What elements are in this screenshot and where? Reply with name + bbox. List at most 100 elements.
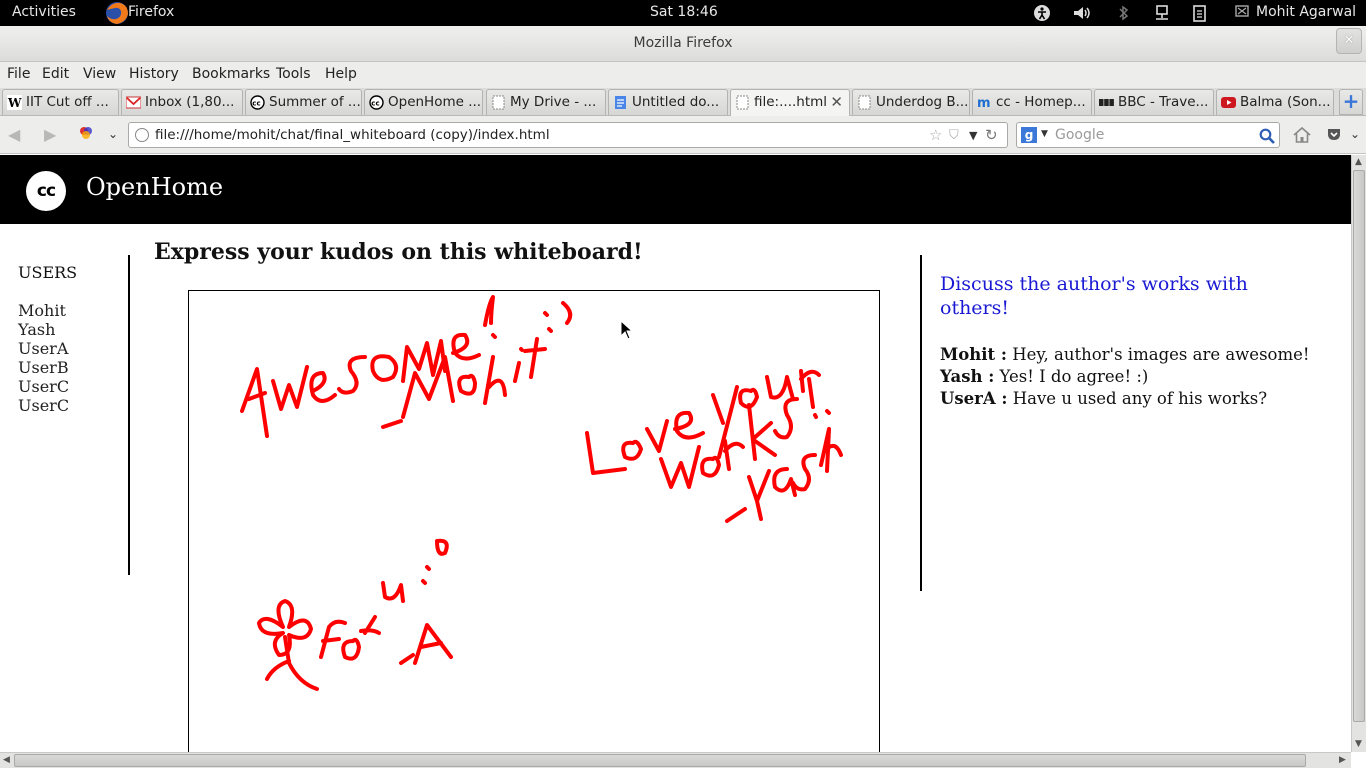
discuss-heading-link[interactable]: Discuss the author's works with others! xyxy=(940,272,1300,320)
user-menu[interactable]: Mohit Agarwal xyxy=(1256,4,1356,20)
horizontal-scroll-thumb[interactable] xyxy=(14,754,1306,767)
tab-openhome[interactable]: cc OpenHome ... xyxy=(364,89,483,115)
svg-text:cc: cc xyxy=(371,99,379,107)
vertical-scroll-thumb[interactable] xyxy=(1353,170,1365,722)
ink-stroke xyxy=(659,445,701,489)
tab-iit-cutoff[interactable]: W IIT Cut off ... xyxy=(2,89,119,115)
users-divider xyxy=(128,255,130,575)
menu-help[interactable]: Help xyxy=(325,66,357,82)
bluetooth-icon[interactable] xyxy=(1114,4,1134,22)
scroll-right-icon[interactable]: ▶ xyxy=(1339,755,1346,765)
user-item[interactable]: Yash xyxy=(18,320,69,339)
menu-edit[interactable]: Edit xyxy=(42,66,69,82)
chat-divider xyxy=(920,255,922,591)
ink-stroke xyxy=(309,371,337,403)
chat-message: Yash : Yes! I do agree! :) xyxy=(940,366,1320,388)
activities-button[interactable]: Activities xyxy=(12,4,76,20)
google-search-engine-icon[interactable]: g xyxy=(1021,127,1037,143)
menu-history[interactable]: History xyxy=(129,66,179,82)
vertical-scrollbar[interactable]: ▲ ▼ xyxy=(1351,155,1366,752)
menu-view[interactable]: View xyxy=(83,66,116,82)
ink-stroke xyxy=(791,453,817,492)
forward-icon[interactable]: ▶ xyxy=(44,125,56,144)
addon-icon[interactable] xyxy=(78,125,94,141)
tab-cc-homepage[interactable]: m cc - Homep... xyxy=(972,89,1092,115)
tab-bbc-travel[interactable]: BBC - Trave... xyxy=(1094,89,1214,115)
mouse-cursor-icon xyxy=(620,320,634,340)
bbc-icon xyxy=(1099,99,1114,106)
url-dropdown-icon[interactable]: ▼ xyxy=(969,129,977,142)
tab-file-html-active[interactable]: file:....html ✕ xyxy=(730,89,850,116)
volume-icon[interactable] xyxy=(1072,4,1092,22)
tab-my-drive[interactable]: My Drive - ... xyxy=(486,89,606,115)
tab-balma[interactable]: Balma (Son... xyxy=(1216,89,1334,115)
ink-stroke xyxy=(807,377,818,419)
menu-tools[interactable]: Tools xyxy=(276,66,311,82)
dropdown-chevron-icon[interactable]: ⌄ xyxy=(108,127,118,141)
chat-message: UserA : Have u used any of his works? xyxy=(940,388,1320,410)
url-bar[interactable]: file:///home/mohit/chat/final_whiteboard… xyxy=(128,122,1008,148)
new-tab-button[interactable]: + xyxy=(1339,89,1363,115)
system-top-bar: Activities Firefox Sat 18:46 Mohit Agarw… xyxy=(0,0,1366,26)
site-header: cc OpenHome xyxy=(0,155,1351,224)
ink-stroke xyxy=(370,354,399,382)
tab-untitled-doc[interactable]: Untitled do... xyxy=(608,89,728,115)
tab-summer-of[interactable]: cc Summer of ... xyxy=(245,89,362,115)
menu-bar: File Edit View History Bookmarks Tools H… xyxy=(0,62,1366,88)
user-item[interactable]: UserB xyxy=(18,358,69,377)
bookmark-star-icon[interactable]: ☆ xyxy=(929,126,942,144)
ink-stroke xyxy=(457,373,477,396)
ink-stroke xyxy=(271,365,309,411)
toolbar-menu-chevron-icon[interactable]: ⌄ xyxy=(1350,127,1360,141)
search-engine-dropdown-icon[interactable]: ▼ xyxy=(1041,129,1048,139)
menu-file[interactable]: File xyxy=(7,66,30,82)
menu-bookmarks[interactable]: Bookmarks xyxy=(192,66,270,82)
app-menu-firefox[interactable]: Firefox xyxy=(128,4,174,20)
search-icon[interactable] xyxy=(1259,128,1275,144)
user-item[interactable]: UserC xyxy=(18,377,69,396)
back-icon[interactable]: ◀ xyxy=(8,125,20,144)
ink-stroke xyxy=(723,439,745,471)
chat-text: Yes! I do agree! :) xyxy=(994,367,1149,386)
cc-icon: cc xyxy=(369,95,384,110)
scroll-up-icon[interactable]: ▲ xyxy=(1355,157,1362,167)
scroll-left-icon[interactable]: ◀ xyxy=(3,755,10,765)
ink-stroke xyxy=(341,637,361,661)
site-identity-icon[interactable] xyxy=(135,128,149,142)
url-text[interactable]: file:///home/mohit/chat/final_whiteboard… xyxy=(155,127,550,143)
ink-stroke xyxy=(240,367,269,438)
clock[interactable]: Sat 18:46 xyxy=(650,4,718,20)
search-input[interactable]: Google xyxy=(1055,127,1104,143)
chat-text: Hey, author's images are awesome! xyxy=(1007,345,1310,364)
ink-stroke xyxy=(700,455,721,478)
ink-stroke xyxy=(399,653,415,665)
window-close-button[interactable]: ✕ xyxy=(1336,28,1362,54)
ink-stroke xyxy=(401,355,455,419)
user-item[interactable]: UserC xyxy=(18,396,69,415)
ink-stroke xyxy=(585,431,627,475)
scroll-down-icon[interactable]: ▼ xyxy=(1355,739,1362,749)
ink-stroke xyxy=(819,427,843,473)
network-icon[interactable] xyxy=(1152,4,1172,22)
chat-username: Yash : xyxy=(940,367,995,386)
search-bar[interactable]: g ▼ Google xyxy=(1016,122,1280,148)
close-tab-icon[interactable]: ✕ xyxy=(830,93,843,111)
accessibility-icon[interactable] xyxy=(1033,4,1053,22)
reload-icon[interactable]: ↻ xyxy=(985,126,998,144)
horizontal-scrollbar[interactable]: ◀ ▶ xyxy=(0,752,1351,768)
tab-inbox[interactable]: Inbox (1,80... xyxy=(121,89,243,115)
whiteboard-canvas[interactable] xyxy=(188,290,880,752)
chat-username: UserA : xyxy=(940,389,1008,408)
window-title: Mozilla Firefox xyxy=(633,35,733,51)
tab-underdog[interactable]: Underdog B... xyxy=(852,89,970,115)
window-title-bar: Mozilla Firefox ✕ xyxy=(0,26,1366,62)
user-item[interactable]: UserA xyxy=(18,339,69,358)
user-list: Mohit Yash UserA UserB UserC UserC xyxy=(18,301,69,415)
site-brand[interactable]: OpenHome xyxy=(86,173,223,201)
home-icon[interactable] xyxy=(1292,125,1312,145)
pocket-save-icon[interactable] xyxy=(1326,126,1342,142)
cc-logo-icon[interactable]: cc xyxy=(26,171,66,211)
pocket-icon[interactable]: ⛉ xyxy=(949,128,959,143)
user-item[interactable]: Mohit xyxy=(18,301,69,320)
clipboard-icon[interactable] xyxy=(1190,4,1210,22)
